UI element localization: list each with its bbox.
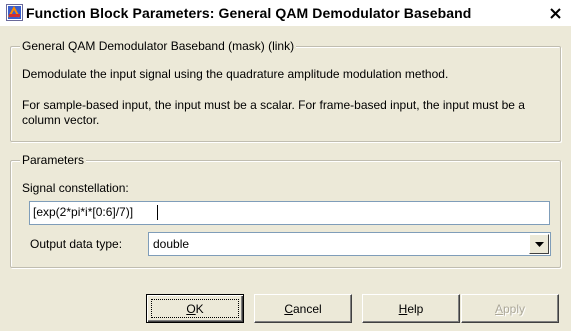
- dropdown-button[interactable]: [529, 234, 549, 254]
- apply-button[interactable]: Apply: [461, 294, 559, 323]
- text-caret: [157, 205, 158, 220]
- apply-mnemonic: A: [494, 301, 503, 316]
- focus-rect: [151, 299, 239, 318]
- cancel-mnemonic: C: [284, 301, 293, 316]
- mask-group-legend: General QAM Demodulator Baseband (mask) …: [20, 39, 297, 53]
- simulink-block-icon: [6, 4, 23, 21]
- close-button[interactable]: [547, 5, 563, 21]
- mask-description-line-1: Demodulate the input signal using the qu…: [22, 67, 449, 81]
- output-data-type-label: Output data type:: [30, 237, 123, 251]
- output-data-type-value: double: [153, 237, 190, 251]
- chevron-down-icon: [534, 241, 544, 247]
- ok-button[interactable]: OK: [146, 294, 244, 323]
- mask-description-line-2: For sample-based input, the input must b…: [22, 98, 525, 127]
- parameters-group-legend: Parameters: [20, 153, 87, 167]
- signal-constellation-label: Signal constellation:: [22, 181, 129, 195]
- close-icon: [549, 7, 561, 19]
- dialog-window: Function Block Parameters: General QAM D…: [0, 0, 571, 331]
- output-data-type-select[interactable]: double: [148, 232, 551, 256]
- cancel-label-rest: ancel: [292, 301, 322, 316]
- window-title: Function Block Parameters: General QAM D…: [26, 5, 472, 21]
- help-mnemonic: H: [398, 301, 408, 316]
- help-label-rest: elp: [407, 301, 424, 316]
- help-button[interactable]: Help: [362, 294, 460, 323]
- title-bar[interactable]: Function Block Parameters: General QAM D…: [0, 0, 571, 26]
- apply-label-rest: pply: [503, 301, 526, 316]
- signal-constellation-input[interactable]: [exp(2*pi*i*[0:6]/7)]: [29, 201, 550, 225]
- cancel-button[interactable]: Cancel: [254, 294, 352, 323]
